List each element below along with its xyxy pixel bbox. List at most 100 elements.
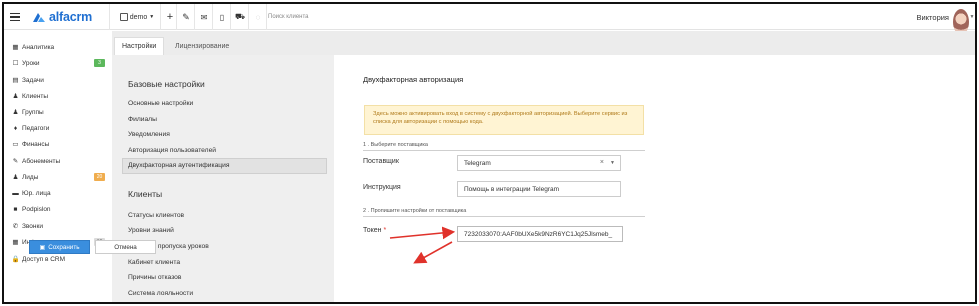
save-button[interactable]: ▣ Сохранить [29, 240, 90, 254]
mail-icon[interactable]: ✉ [196, 4, 212, 30]
nav-link[interactable]: Уровни знаний [128, 227, 174, 234]
sidebar-item-label: Уроки [22, 59, 40, 67]
section-heading: 2 . Пропишите настройки от поставщика [363, 208, 645, 217]
sidebar-item[interactable]: ▤ Задачи [11, 72, 107, 88]
sidebar-item-label: Лиды [22, 173, 39, 181]
sidebar-item-label: Клиенты [22, 92, 49, 100]
sidebar-item[interactable]: ♦ Педагоги [11, 120, 107, 136]
wrench-icon[interactable]: ✎ [178, 4, 194, 30]
divider [176, 4, 177, 30]
logo[interactable]: alfacrm [32, 4, 98, 30]
nav-link[interactable]: Кабинет клиента [128, 259, 180, 266]
sidebar-item-label: Звонки [22, 222, 43, 230]
sidebar-item[interactable]: ✆ Звонки [11, 218, 107, 234]
sidebar-item[interactable]: ♟ Лиды 20 [11, 169, 107, 185]
divider [160, 4, 161, 30]
settings-nav: Базовые настройки Основные настройки Фил… [112, 55, 334, 302]
info-alert: Здесь можно активировать вход в систему … [364, 105, 644, 135]
divider [109, 4, 110, 30]
sidebar-badge: 3 [94, 59, 105, 67]
sidebar-item-label: Podpislon [22, 205, 51, 213]
main-content: Настройки Лицензирование Базовые настрой… [112, 31, 975, 302]
nav-link[interactable]: Уведомления [128, 131, 170, 138]
divider [266, 4, 267, 30]
logo-mark-icon [33, 12, 45, 22]
chevron-down-icon: ▼ [149, 14, 155, 20]
user-name[interactable]: Виктория [889, 4, 949, 30]
sidebar-badge: 20 [94, 173, 105, 181]
sidebar-item-label: Финансы [22, 140, 50, 148]
sidebar-item-icon: ▦ [12, 44, 19, 51]
sidebar-item-icon: ▦ [12, 239, 19, 246]
section-heading: 1 . Выберите поставщика [363, 142, 645, 151]
sidebar-item[interactable]: ☐ Уроки 3 [11, 55, 107, 71]
group-title-base: Базовые настройки [128, 79, 205, 89]
sidebar-item-icon: ♟ [12, 93, 19, 100]
sidebar-item-label: Аналитика [22, 43, 55, 51]
sidebar-item-icon: ▭ [12, 141, 19, 148]
sidebar-item-icon: ▤ [12, 77, 19, 84]
tab-settings[interactable]: Настройки [114, 37, 165, 55]
provider-select[interactable]: Telegram × ▼ [457, 155, 621, 171]
nav-link[interactable]: Статусы клиентов [128, 212, 184, 219]
sidebar-item-icon: ♟ [12, 174, 19, 181]
sidebar-item[interactable]: ♟ Группы [11, 104, 107, 120]
sidebar-item-icon: ▬ [12, 189, 19, 197]
app-window: alfacrm demo ▼ + ✎ ✉ ▯ ⛟ ◌ Поиск клиента… [2, 2, 977, 304]
sidebar: ▦ Аналитика ☐ Уроки 3 ▤ Задачи ♟ Клиенты ♟ Группы ♦… [4, 31, 112, 302]
clear-icon[interactable]: × [600, 159, 604, 166]
nav-link-active[interactable]: Двухфакторная аутентификация [128, 162, 230, 169]
sidebar-item-label: Задачи [22, 76, 44, 84]
form-title: Двухфакторная авторизация [363, 75, 464, 84]
sidebar-item[interactable]: ▬ Юр. лица [11, 185, 107, 201]
branch-label: demo [129, 13, 148, 21]
nav-link[interactable]: Основные настройки [128, 100, 193, 107]
token-label: Токен * [363, 227, 387, 234]
chevron-down-icon[interactable]: ▼ [610, 160, 615, 166]
sidebar-item[interactable]: ■ Podpislon [11, 201, 107, 217]
sidebar-item-label: Педагоги [22, 124, 50, 132]
sidebar-item[interactable]: ▦ Аналитика [11, 39, 107, 55]
sidebar-item-icon: ♦ [13, 124, 18, 132]
settings-panel: Базовые настройки Основные настройки Фил… [112, 55, 975, 302]
cart-icon[interactable]: ⛟ [232, 4, 248, 30]
nav-link[interactable]: Филиалы [128, 116, 157, 123]
instruction-label: Инструкция [363, 184, 401, 191]
sidebar-item[interactable]: ▭ Финансы [11, 136, 107, 152]
mobile-icon[interactable]: ▯ [214, 4, 230, 30]
top-bar: alfacrm demo ▼ + ✎ ✉ ▯ ⛟ ◌ Поиск клиента… [4, 4, 975, 35]
provider-label: Поставщик [363, 158, 399, 165]
token-input[interactable]: 7232033070:AAF0bUXe5k9NzR6YC1Jq25Jlsmeb_ [457, 226, 623, 242]
search-input[interactable]: Поиск клиента [268, 4, 388, 30]
sidebar-item-label: Доступ в CRM [22, 255, 66, 263]
logo-text: alfacrm [49, 10, 93, 24]
sidebar-item-icon: ☐ [12, 60, 19, 67]
nav-link[interactable]: Система лояльности [128, 290, 193, 297]
tab-bar: Настройки Лицензирование [112, 31, 975, 55]
nav-link[interactable]: Причины отказов [128, 274, 181, 281]
branch-selector[interactable]: demo ▼ [116, 4, 158, 30]
calendar-icon [119, 13, 128, 21]
two-factor-form: Двухфакторная авторизация Здесь можно ак… [334, 55, 975, 302]
sidebar-item-icon: 🔒 [11, 256, 20, 263]
nav-link[interactable]: Авторизация пользователей [128, 147, 216, 154]
sidebar-item[interactable]: ✎ Абонементы [11, 153, 107, 169]
menu-icon[interactable] [8, 4, 22, 30]
save-button-label: Сохранить [48, 243, 80, 251]
tab-licensing[interactable]: Лицензирование [168, 37, 236, 55]
divider [194, 4, 195, 30]
sidebar-item-icon: ✆ [12, 223, 19, 230]
sidebar-item-icon: ✎ [12, 158, 19, 165]
sidebar-item-icon: ♟ [12, 109, 19, 116]
instruction-link[interactable]: Помощь в интеграции Telegram [457, 181, 621, 197]
cancel-button[interactable]: Отмена [95, 240, 156, 254]
clock-icon[interactable]: ◌ [250, 4, 266, 30]
divider [230, 4, 231, 30]
save-icon: ▣ [39, 244, 46, 251]
divider [248, 4, 249, 30]
sidebar-item-icon: ■ [13, 205, 18, 213]
divider [212, 4, 213, 30]
sidebar-item[interactable]: ♟ Клиенты [11, 88, 107, 104]
sidebar-item-label: Абонементы [22, 157, 61, 165]
chevron-down-icon[interactable]: ▼ [969, 4, 975, 30]
